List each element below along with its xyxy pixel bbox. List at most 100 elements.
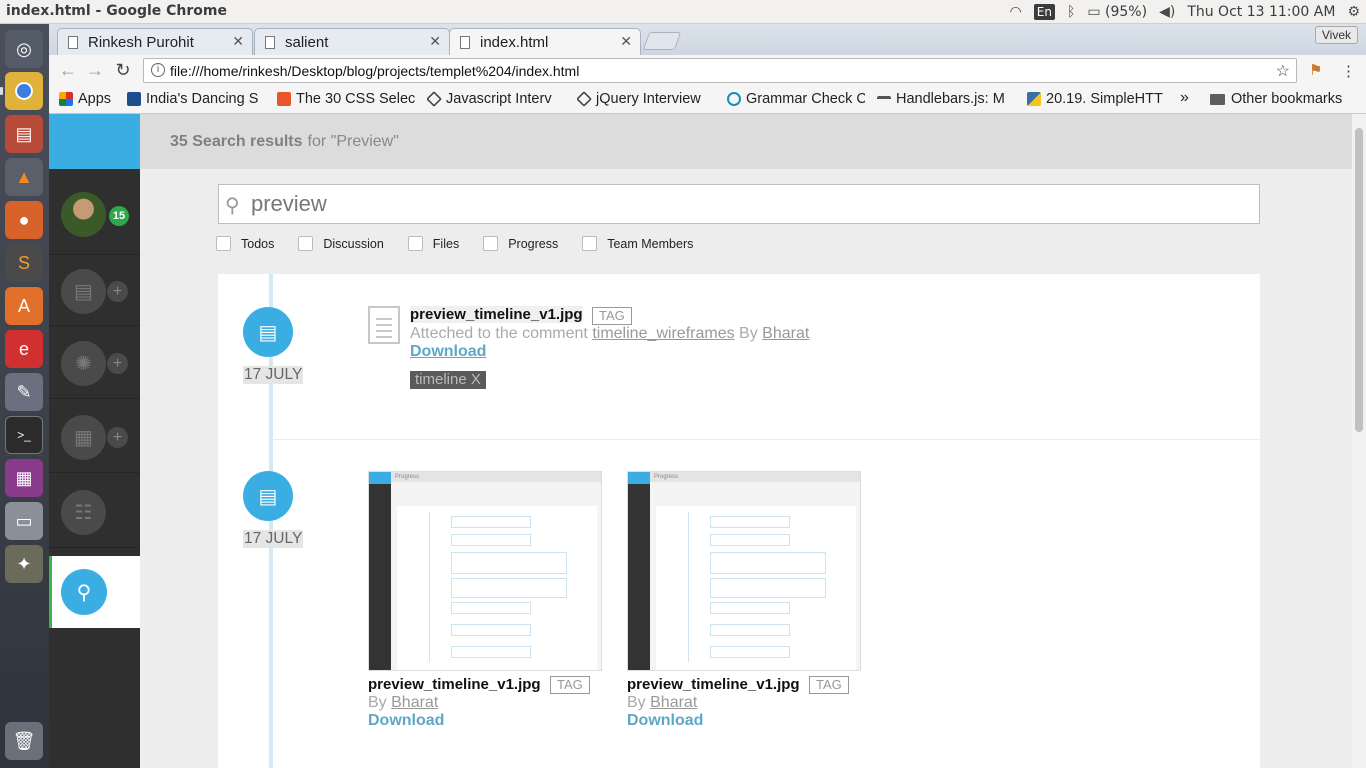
image-thumbnail[interactable]: Progress — [368, 471, 602, 671]
trash-icon[interactable]: 🗑 — [5, 722, 43, 760]
sidebar-item-ideas[interactable]: ✺ + — [49, 327, 140, 399]
software-center-icon[interactable]: A — [5, 287, 43, 325]
bookmark-label: Handlebars.js: M — [896, 91, 1005, 107]
reload-icon[interactable]: ↻ — [112, 59, 134, 81]
tag-chip[interactable]: timeline X — [410, 371, 486, 389]
bookmark-javascript-interview[interactable]: Javascript Interv — [427, 91, 565, 107]
vlc-launcher-icon[interactable]: ▲ — [5, 158, 43, 196]
download-link[interactable]: Download — [410, 343, 486, 361]
system-tray: ◠ En ᛒ ▭ (95%) ◀) Thu Oct 13 11:00 AM ⚙ — [1010, 0, 1360, 24]
download-link[interactable]: Download — [627, 712, 703, 730]
browser-toolbar: ← → ↻ i file:///home/rinkesh/Desktop/blo… — [49, 55, 1366, 86]
thumb-entry — [710, 516, 790, 528]
other-bookmarks-folder[interactable]: Other bookmarks — [1210, 91, 1342, 107]
file-name[interactable]: preview_timeline_v1.jpg — [368, 676, 541, 693]
filter-todos[interactable]: Todos — [216, 236, 274, 251]
filter-files[interactable]: Files — [407, 236, 459, 251]
author-link[interactable]: Bharat — [391, 694, 438, 711]
page-scrollbar[interactable] — [1352, 114, 1366, 768]
close-tab-icon[interactable]: ✕ — [429, 33, 441, 50]
user-avatar[interactable] — [61, 192, 106, 237]
profile-button[interactable]: Vivek — [1314, 26, 1358, 44]
extension-icon[interactable]: ⚑ — [1309, 61, 1322, 79]
add-document-button[interactable]: + — [107, 281, 128, 302]
notification-badge[interactable]: 15 — [109, 206, 129, 226]
forward-arrow-icon[interactable]: → — [84, 59, 106, 81]
image-thumbnail[interactable]: Progress — [627, 471, 861, 671]
close-tab-icon[interactable]: ✕ — [232, 33, 244, 50]
clock[interactable]: Thu Oct 13 11:00 AM — [1187, 4, 1335, 20]
bookmark-apps[interactable]: Apps — [59, 91, 119, 107]
author-link[interactable]: Bharat — [650, 694, 697, 711]
result-date: 17 JULY — [243, 530, 304, 548]
author-link[interactable]: Bharat — [762, 325, 809, 342]
close-tab-icon[interactable]: ✕ — [620, 33, 632, 50]
document-viewer-icon[interactable]: e — [5, 330, 43, 368]
tab-index-html[interactable]: index.html ✕ — [449, 28, 641, 55]
tab-rinkesh-purohit[interactable]: Rinkesh Purohit ✕ — [57, 28, 253, 55]
sidebar-item-calendar[interactable]: ▦ + — [49, 401, 140, 473]
checkbox[interactable] — [216, 236, 231, 251]
filter-label: Todos — [241, 236, 275, 251]
author-info: By Bharat — [627, 694, 697, 712]
chrome-menu-icon[interactable]: ⋮ — [1341, 62, 1356, 80]
thumb-sidebar — [369, 472, 391, 670]
address-bar[interactable]: i file:///home/rinkesh/Desktop/blog/proj… — [143, 58, 1297, 83]
bookmark-css-selectors[interactable]: The 30 CSS Select — [277, 91, 415, 107]
file-name[interactable]: preview_timeline_v1.jpg — [410, 306, 583, 323]
download-link[interactable]: Download — [368, 712, 444, 730]
workspace-switcher-icon[interactable]: ▦ — [5, 459, 43, 497]
power-gear-icon[interactable]: ⚙ — [1347, 4, 1360, 20]
tab-salient[interactable]: salient ✕ — [254, 28, 450, 55]
by-prefix: By — [627, 694, 646, 711]
terminal-launcher-icon[interactable]: >_ — [5, 416, 43, 454]
sidebar-item-progress[interactable]: ☷ — [49, 476, 140, 548]
tab-label: salient — [285, 33, 329, 51]
system-settings-icon[interactable]: ✎ — [5, 373, 43, 411]
filter-progress[interactable]: Progress — [483, 236, 558, 251]
tag-label[interactable]: TAG — [809, 676, 849, 694]
sidebar-item-documents[interactable]: ▤ + — [49, 254, 140, 326]
checkbox[interactable] — [407, 236, 423, 251]
filter-discussion[interactable]: Discussion — [298, 236, 384, 251]
bookmark-indias-dancing[interactable]: India's Dancing S — [127, 91, 265, 107]
bookmark-favicon — [277, 92, 291, 106]
add-idea-button[interactable]: + — [107, 353, 128, 374]
bookmark-simplehttp[interactable]: 20.19. SimpleHTT — [1027, 91, 1167, 107]
back-arrow-icon[interactable]: ← — [57, 59, 79, 81]
bookmark-star-icon[interactable]: ☆ — [1276, 61, 1290, 81]
battery-indicator[interactable]: ▭ (95%) — [1087, 4, 1147, 20]
files-launcher-icon[interactable]: ▤ — [5, 115, 43, 153]
tag-label[interactable]: TAG — [550, 676, 590, 694]
disk-launcher-icon[interactable]: ▭ — [5, 502, 43, 540]
new-tab-button[interactable] — [642, 32, 682, 50]
firefox-launcher-icon[interactable]: ● — [5, 201, 43, 239]
sublime-launcher-icon[interactable]: S — [5, 244, 43, 282]
lightbulb-icon: ✺ — [61, 341, 106, 386]
search-input[interactable]: ⚲ preview — [218, 184, 1260, 224]
page-info-icon[interactable]: i — [151, 63, 165, 77]
comment-link[interactable]: timeline_wireframes — [592, 325, 734, 342]
file-name[interactable]: preview_timeline_v1.jpg — [627, 676, 800, 693]
bookmark-grammar-check[interactable]: Grammar Check C — [727, 91, 865, 107]
checkbox[interactable] — [582, 236, 598, 251]
dash-home-icon[interactable]: ◎ — [5, 30, 43, 68]
add-calendar-button[interactable]: + — [107, 427, 128, 448]
wifi-icon[interactable]: ◠ — [1010, 4, 1022, 20]
bluetooth-icon[interactable]: ᛒ — [1067, 4, 1075, 20]
checkbox[interactable] — [298, 236, 314, 251]
volume-icon[interactable]: ◀) — [1159, 4, 1175, 20]
keyboard-layout-indicator[interactable]: En — [1033, 4, 1055, 20]
more-bookmarks-chevron[interactable]: » — [1180, 89, 1189, 107]
gimp-launcher-icon[interactable]: ✦ — [5, 545, 43, 583]
bookmark-label: 20.19. SimpleHTT — [1046, 91, 1163, 107]
tag-label[interactable]: TAG — [592, 307, 632, 325]
bookmark-jquery-interview[interactable]: jQuery Interview — [577, 91, 715, 107]
sidebar-item-search[interactable]: ⚲ — [49, 556, 140, 628]
filter-team-members[interactable]: Team Members — [582, 236, 693, 251]
tab-strip: Rinkesh Purohit ✕ salient ✕ index.html ✕… — [49, 24, 1366, 55]
bookmark-handlebars[interactable]: Handlebars.js: M — [877, 91, 1015, 107]
chrome-launcher-icon[interactable] — [5, 72, 43, 110]
checkbox[interactable] — [483, 236, 499, 251]
scrollbar-thumb[interactable] — [1355, 128, 1363, 432]
